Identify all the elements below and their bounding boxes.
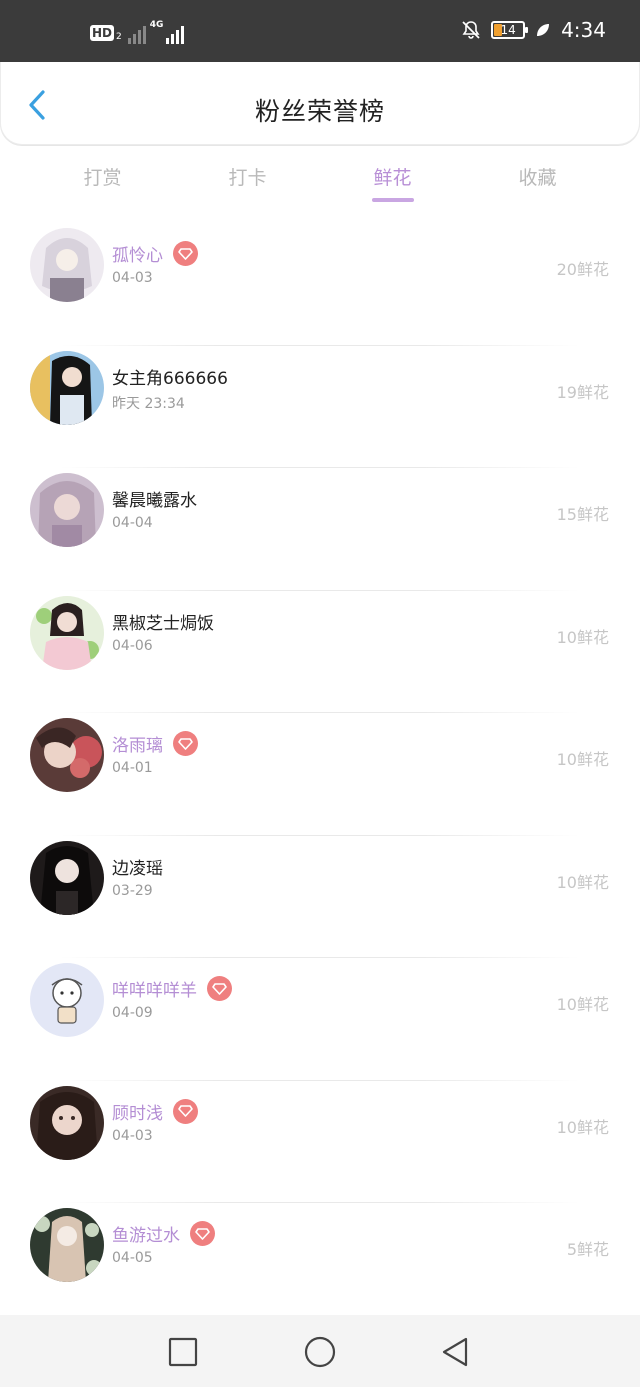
tab-checkin[interactable]: 打卡 (175, 145, 320, 223)
tab-flowers[interactable]: 鲜花 (320, 145, 465, 223)
avatar[interactable] (30, 595, 104, 670)
page-header: 粉丝荣誉榜 (0, 62, 640, 145)
date: 04-04 (112, 515, 153, 531)
avatar[interactable] (30, 1085, 104, 1160)
user-name: 咩咩咩咩羊 (112, 976, 232, 1001)
circle-icon[interactable] (303, 1335, 337, 1369)
user-name-text: 鱼游过水 (112, 1226, 180, 1246)
user-name-text: 顾时浅 (112, 1103, 163, 1124)
page-title: 粉丝荣誉榜 (254, 97, 385, 126)
user-name: 洛雨璃 (112, 731, 198, 756)
list-item[interactable]: 咩咩咩咩羊 04-09 10鲜花 (0, 958, 640, 1081)
clock: 4:34 (561, 18, 606, 42)
tab-reward[interactable]: 打赏 (30, 145, 175, 223)
user-name: 孤怜心 (112, 241, 198, 266)
user-name: 女主角666666 (112, 364, 228, 389)
list-item[interactable]: 馨晨曦露水 04-04 15鲜花 (0, 468, 640, 591)
user-name: 顾时浅 (112, 1098, 198, 1124)
flower-count: 19鲜花 (556, 382, 609, 402)
user-name: 鱼游过水 (112, 1221, 215, 1246)
flower-count: 20鲜花 (556, 260, 609, 279)
avatar[interactable] (30, 718, 104, 792)
hd-badge: HD (90, 25, 115, 41)
date: 04-03 (112, 1127, 153, 1144)
signal-2-icon: 4G (149, 20, 184, 44)
date: 03-29 (112, 882, 153, 899)
user-name-text: 边凌瑶 (112, 858, 163, 879)
mute-bell-icon (462, 21, 480, 39)
flower-count: 10鲜花 (556, 1117, 609, 1137)
flower-count: 5鲜花 (566, 1240, 609, 1259)
status-bar-right: 14 4:34 (461, 18, 606, 42)
diamond-icon (173, 1098, 198, 1124)
signal-1-icon (127, 22, 146, 44)
triangle-back-icon[interactable] (438, 1335, 472, 1369)
user-name: 馨晨曦露水 (112, 486, 197, 511)
user-name-text: 女主角666666 (112, 368, 228, 389)
list-item[interactable]: 孤怜心 04-03 20鲜花 (0, 223, 640, 346)
fan-ranking-list: 孤怜心 04-03 20鲜花 女主角666666 昨天 23:34 19鲜花 馨… (0, 223, 640, 1326)
battery-level: 14 (500, 23, 516, 37)
list-item[interactable]: 洛雨璃 04-01 10鲜花 (0, 713, 640, 836)
user-name-text: 咩咩咩咩羊 (112, 981, 197, 1001)
tab-bar: 打赏 打卡 鲜花 收藏 (0, 145, 640, 223)
system-nav-bar (0, 1315, 640, 1387)
status-bar-left: HD 2 4G (90, 20, 184, 44)
square-icon[interactable] (166, 1335, 200, 1369)
date: 04-03 (112, 270, 153, 286)
avatar[interactable] (30, 840, 104, 915)
date: 昨天 23:34 (112, 395, 185, 412)
hd-sub-label: 2 (116, 32, 122, 42)
battery-icon: 14 (491, 21, 529, 39)
user-name-text: 孤怜心 (112, 246, 163, 266)
user-name-text: 洛雨璃 (112, 736, 163, 756)
user-name-text: 馨晨曦露水 (112, 491, 197, 511)
diamond-icon (173, 731, 198, 756)
flower-count: 10鲜花 (556, 627, 609, 647)
date: 04-06 (112, 637, 153, 654)
flower-count: 10鲜花 (556, 995, 609, 1014)
list-item[interactable]: 黑椒芝士焗饭 04-06 10鲜花 (0, 591, 640, 714)
network-type-label: 4G (149, 20, 164, 30)
list-item[interactable]: 鱼游过水 04-05 5鲜花 (0, 1203, 640, 1326)
avatar[interactable] (30, 1208, 104, 1282)
date: 04-09 (112, 1005, 153, 1021)
avatar[interactable] (30, 963, 104, 1037)
tab-favorites[interactable]: 收藏 (465, 145, 610, 223)
flower-count: 10鲜花 (556, 872, 609, 892)
date: 04-01 (112, 760, 153, 776)
list-item[interactable]: 边凌瑶 03-29 10鲜花 (0, 836, 640, 959)
list-item[interactable]: 顾时浅 04-03 10鲜花 (0, 1081, 640, 1204)
user-name-text: 黑椒芝士焗饭 (112, 613, 214, 634)
date: 04-05 (112, 1250, 153, 1266)
avatar[interactable] (30, 228, 104, 302)
flower-count: 15鲜花 (556, 505, 609, 524)
user-name: 黑椒芝士焗饭 (112, 609, 214, 634)
leaf-icon (537, 24, 550, 36)
diamond-icon (207, 976, 232, 1001)
diamond-icon (173, 241, 198, 266)
avatar[interactable] (30, 350, 104, 425)
flower-count: 10鲜花 (556, 750, 609, 769)
diamond-icon (190, 1221, 215, 1246)
user-name: 边凌瑶 (112, 854, 163, 879)
list-item[interactable]: 女主角666666 昨天 23:34 19鲜花 (0, 346, 640, 469)
avatar[interactable] (30, 473, 104, 547)
status-bar: HD 2 4G 14 4:34 (0, 0, 640, 62)
